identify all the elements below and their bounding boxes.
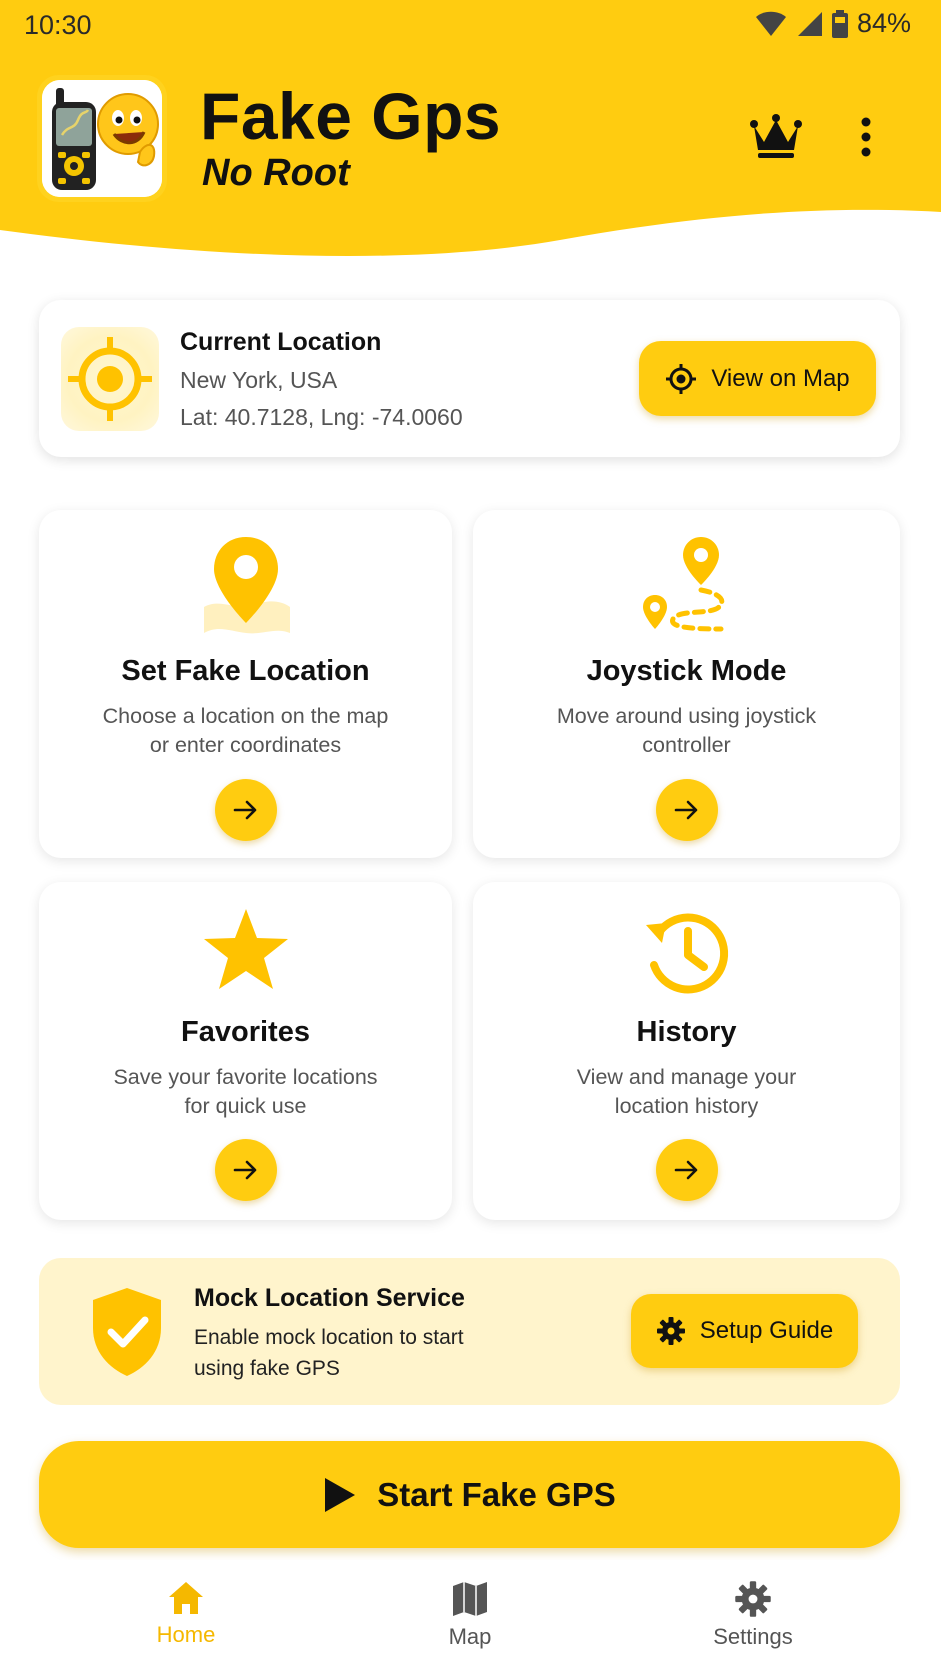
mock-location-service-card: Mock Location Service Enable mock locati… [39,1258,900,1405]
gps-device-logo-icon [42,80,162,197]
favorites-card[interactable]: Favorites Save your favorite locations f… [39,882,452,1220]
nav-label-home: Home [156,1622,216,1647]
app-header: 10:30 84% Fake Gps No Root [0,0,941,270]
signal-icon [797,11,822,36]
view-on-map-label: View on Map [711,364,850,392]
more-options-button[interactable] [856,112,892,162]
nav-label-map: Map [448,1624,492,1649]
premium-button[interactable] [748,112,804,162]
wifi-icon [755,11,786,36]
status-bar: 10:30 84% [0,0,941,50]
favorites-title: Favorites [181,1016,310,1048]
history-title: History [636,1016,737,1048]
joystick-mode-card[interactable]: Joystick Mode Move around using joystick… [473,510,900,858]
set-fake-location-desc: Choose a location on the map or enter co… [102,704,389,757]
nav-label-settings: Settings [713,1624,793,1649]
battery-icon [831,9,848,38]
arrow-right-icon [233,1160,256,1180]
mock-location-desc: Enable mock location to start using fake… [194,1326,464,1380]
more-vert-icon [861,117,871,157]
joystick-mode-arrow-button[interactable] [655,779,718,841]
set-fake-location-card[interactable]: Set Fake Location Choose a location on t… [39,510,452,858]
location-icon-badge [61,327,159,431]
nav-item-home[interactable]: Home [116,1580,256,1648]
star-icon [203,909,288,989]
route-icon [642,537,724,632]
map-icon [453,1582,487,1616]
home-icon [169,1582,203,1614]
nav-item-map[interactable]: Map [400,1580,540,1650]
battery-percent: 84% [856,8,911,38]
joystick-mode-desc: Move around using joystick controller [556,704,817,757]
nav-item-settings[interactable]: Settings [683,1580,823,1650]
app-title: Fake Gps [200,79,502,153]
arrow-right-icon [674,1160,697,1180]
setup-guide-button[interactable]: Setup Guide [631,1294,858,1368]
crosshair-icon [68,337,152,421]
bottom-navigation: Home Map Settings [0,1560,941,1672]
status-time: 10:30 [24,10,92,40]
joystick-mode-title: Joystick Mode [586,655,787,687]
start-fake-gps-button[interactable]: Start Fake GPS [39,1441,900,1548]
play-icon [325,1477,356,1512]
pin-map-icon [203,537,290,634]
app-logo [37,75,167,202]
history-card[interactable]: History View and manage your location hi… [473,882,900,1220]
mock-location-title: Mock Location Service [194,1284,465,1312]
shield-check-icon [93,1288,161,1376]
gear-icon [656,1317,685,1345]
gear-icon [735,1581,771,1617]
current-location-title: Current Location [180,328,382,356]
start-fake-gps-label: Start Fake GPS [377,1475,616,1513]
current-location-city: New York, USA [180,367,338,393]
current-location-coords: Lat: 40.7128, Lng: -74.0060 [180,404,463,430]
crosshair-icon [666,363,697,394]
history-desc: View and manage your location history [576,1065,797,1118]
history-arrow-button[interactable] [655,1139,718,1201]
current-location-card: Current Location New York, USA Lat: 40.7… [39,300,900,457]
set-fake-location-title: Set Fake Location [121,655,370,687]
history-icon [645,913,728,994]
favorites-arrow-button[interactable] [214,1139,277,1201]
view-on-map-button[interactable]: View on Map [639,341,876,416]
arrow-right-icon [233,800,256,820]
set-fake-location-arrow-button[interactable] [214,779,277,841]
favorites-desc: Save your favorite locations for quick u… [113,1065,378,1118]
setup-guide-label: Setup Guide [699,1317,834,1344]
app-subtitle: No Root [202,152,350,194]
arrow-right-icon [674,800,697,820]
crown-icon [750,114,802,158]
